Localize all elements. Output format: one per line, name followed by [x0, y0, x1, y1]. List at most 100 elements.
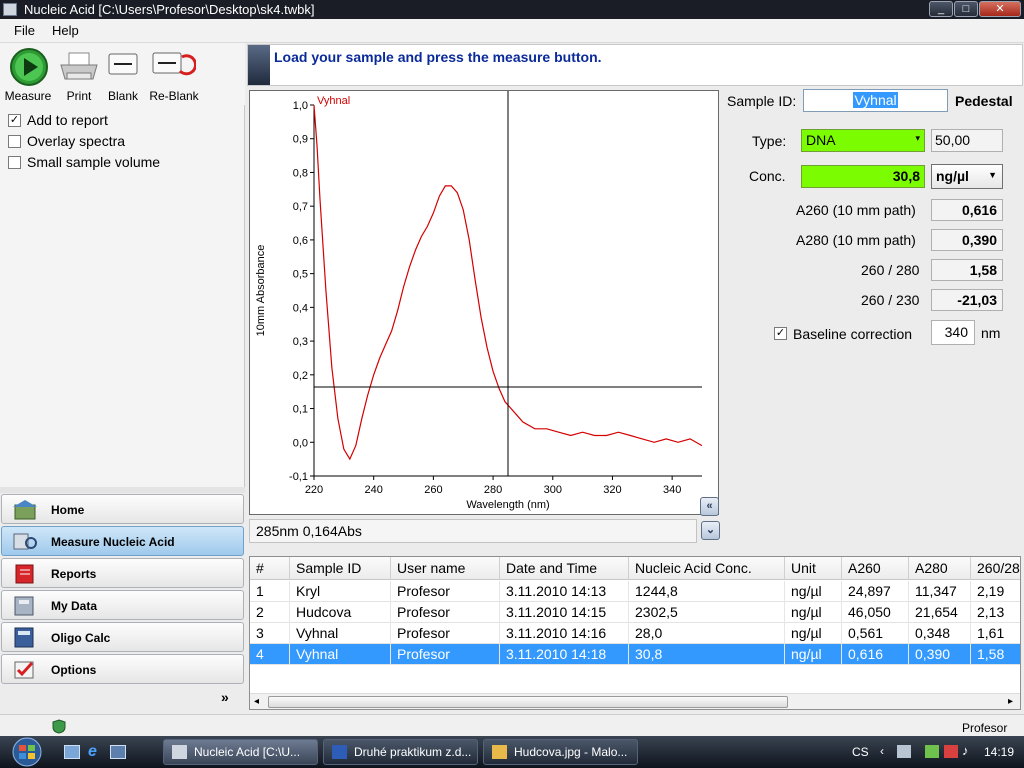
cell-col-a280: 11,347 — [909, 581, 971, 602]
a260-label: A260 (10 mm path) — [796, 202, 916, 218]
task-nucleic-acid[interactable]: Nucleic Acid [C:\U... — [163, 739, 318, 765]
blank-button[interactable]: Blank — [104, 43, 142, 105]
cell-col-unit: ng/µl — [785, 602, 842, 623]
task-paint[interactable]: Hudcova.jpg - Malo... — [483, 739, 638, 765]
conc-value: 30,8 — [801, 165, 925, 188]
cell-col-number: 3 — [250, 623, 290, 644]
x-tick-label: 340 — [663, 484, 681, 496]
splitter-grip[interactable] — [0, 487, 245, 493]
cell-col-number: 1 — [250, 581, 290, 602]
scroll-left-icon[interactable]: ◂ — [254, 696, 259, 707]
nav-options[interactable]: Options — [1, 654, 244, 684]
type-select[interactable]: DNA ▾ — [801, 129, 925, 152]
small-volume-label: Small sample volume — [27, 154, 161, 170]
baseline-correction-label: Baseline correction — [793, 326, 913, 342]
instruction-message: Load your sample and press the measure b… — [274, 49, 602, 65]
expand-nav-icon[interactable]: » — [221, 689, 229, 705]
tray-expand-icon[interactable]: ‹ — [880, 744, 884, 758]
measure-button[interactable]: Measure — [2, 43, 54, 105]
scroll-right-icon[interactable]: ▸ — [1008, 696, 1013, 707]
nav-measure-nucleic-acid[interactable]: Measure Nucleic Acid — [1, 526, 244, 556]
conc-unit-select[interactable]: ng/µl ▼ — [931, 164, 1003, 189]
tray-app-icon[interactable] — [897, 745, 911, 758]
start-button[interactable] — [8, 737, 46, 767]
series-label: Vyhnal — [317, 95, 350, 107]
language-indicator[interactable]: CS — [852, 745, 869, 759]
table-row[interactable]: 3 Vyhnal Profesor 3.11.2010 14:16 28,0 ng/µl 0… — [250, 623, 1020, 644]
baseline-correction-checkbox[interactable]: ✓ — [774, 327, 787, 340]
x-tick-label: 280 — [484, 484, 502, 496]
status-user: Profesor — [962, 721, 1008, 735]
reblank-button[interactable]: Re-Blank — [146, 43, 202, 105]
blank-icon — [108, 53, 138, 75]
tray-device-icon[interactable] — [925, 745, 939, 758]
y-tick-label: 0,0 — [293, 437, 308, 449]
header-col-number[interactable]: # — [250, 557, 290, 580]
header-col-a280[interactable]: A280 — [909, 557, 971, 580]
cell-col-sample-id: Vyhnal — [290, 623, 391, 644]
spectrum-chart[interactable]: 1,0 0,9 0,8 0,7 0,6 0,5 0,4 0,3 0,2 0,1 0,0 -0,1 220… — [249, 90, 719, 515]
instrument-icon — [248, 45, 270, 85]
volume-icon[interactable]: ♪ — [962, 743, 969, 758]
menu-file[interactable]: File — [14, 23, 35, 38]
y-tick-label: 0,3 — [293, 336, 308, 348]
table-row[interactable]: 4 Vyhnal Profesor 3.11.2010 14:18 30,8 ng/µl 0… — [250, 644, 1020, 665]
cell-col-user-name: Profesor — [391, 644, 500, 665]
show-desktop-icon[interactable] — [64, 745, 80, 759]
header-col-sample-id[interactable]: Sample ID — [290, 557, 391, 580]
header-col-date-time[interactable]: Date and Time — [500, 557, 629, 580]
close-button[interactable]: ✕ — [979, 1, 1021, 17]
ratio-260-230-value: -21,03 — [931, 289, 1003, 311]
ratio-260-280-value: 1,58 — [931, 259, 1003, 281]
horizontal-scrollbar[interactable]: ◂ ▸ — [250, 693, 1020, 709]
baseline-nm-input[interactable]: 340 — [931, 320, 975, 345]
a280-value: 0,390 — [931, 229, 1003, 251]
y-tick-label: 0,9 — [293, 134, 308, 146]
header-col-a260[interactable]: A260 — [842, 557, 909, 580]
cell-col-a260: 46,050 — [842, 602, 909, 623]
clock[interactable]: 14:19 — [984, 745, 1014, 759]
small-volume-checkbox[interactable] — [8, 156, 21, 169]
overlay-spectra-checkbox[interactable] — [8, 135, 21, 148]
minimize-button[interactable]: _ — [929, 1, 953, 17]
print-button[interactable]: Print — [58, 43, 100, 105]
expand-table-button[interactable]: ⌄ — [701, 521, 720, 540]
app-icon — [172, 745, 187, 759]
header-col-user-name[interactable]: User name — [391, 557, 500, 580]
scrollbar-thumb[interactable] — [268, 696, 788, 708]
header-col-conc[interactable]: Nucleic Acid Conc. — [629, 557, 785, 580]
nav-home[interactable]: Home — [1, 494, 244, 524]
factor-field[interactable]: 50,00 — [931, 129, 1003, 152]
x-tick-label: 240 — [365, 484, 383, 496]
collapse-chart-button[interactable]: « — [700, 497, 719, 516]
cell-col-a260: 0,616 — [842, 644, 909, 665]
cell-col-ratio: 2,19 — [971, 581, 1020, 602]
y-tick-label: 0,7 — [293, 201, 308, 213]
task-word-document[interactable]: Druhé praktikum z.d... — [323, 739, 478, 765]
cell-col-user-name: Profesor — [391, 602, 500, 623]
cell-col-sample-id: Vyhnal — [290, 644, 391, 665]
add-to-report-checkbox[interactable]: ✓ — [8, 114, 21, 127]
internet-explorer-icon[interactable]: e — [88, 743, 97, 761]
header-col-unit[interactable]: Unit — [785, 557, 842, 580]
table-row[interactable]: 1 Kryl Profesor 3.11.2010 14:13 1244,8 ng/µl 2… — [250, 581, 1020, 602]
sample-id-input[interactable]: Vyhnal — [803, 89, 948, 112]
cell-col-sample-id: Hudcova — [290, 602, 391, 623]
switch-windows-icon[interactable] — [110, 745, 126, 759]
printer-icon — [60, 52, 98, 80]
baseline-unit-label: nm — [981, 325, 1001, 341]
window-title: Nucleic Acid [C:\Users\Profesor\Desktop\… — [24, 2, 315, 17]
nav-oligo-calc[interactable]: Oligo Calc — [1, 622, 244, 652]
menu-help[interactable]: Help — [52, 23, 79, 38]
cell-col-conc: 2302,5 — [629, 602, 785, 623]
ratio-260-230-label: 260 / 230 — [861, 292, 920, 308]
type-value: DNA — [806, 132, 836, 148]
nav-reports[interactable]: Reports — [1, 558, 244, 588]
nav-my-data[interactable]: My Data — [1, 590, 244, 620]
network-icon[interactable] — [944, 745, 958, 758]
maximize-button[interactable]: □ — [954, 1, 978, 17]
table-row[interactable]: 2 Hudcova Profesor 3.11.2010 14:15 2302,5 ng/… — [250, 602, 1020, 623]
x-tick-label: 320 — [603, 484, 621, 496]
data-icon — [14, 596, 34, 616]
header-col-ratio[interactable]: 260/28 — [971, 557, 1020, 580]
